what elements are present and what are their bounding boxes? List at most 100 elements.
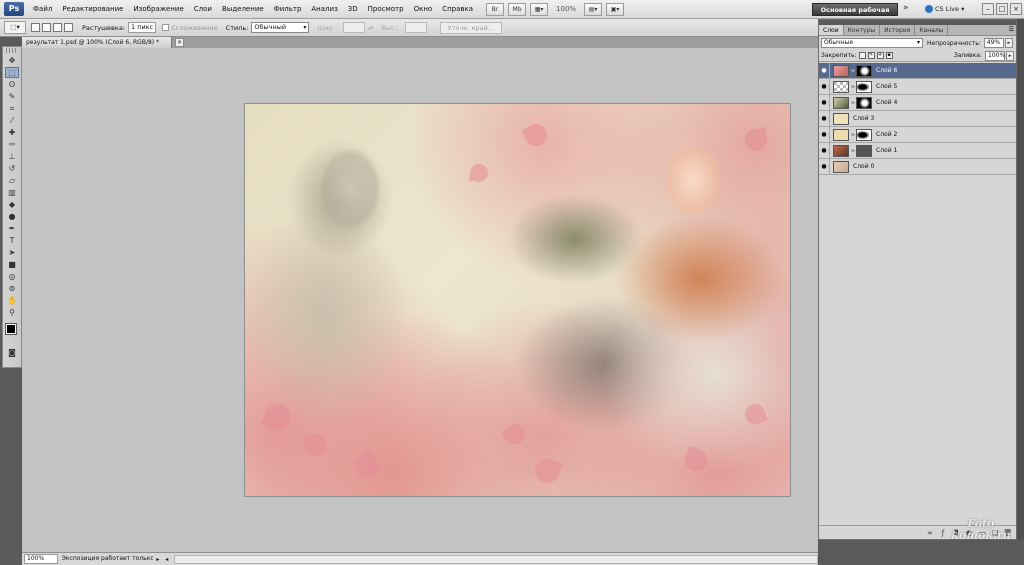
layer-row[interactable]: ● ∞ Слой 5 <box>819 78 1016 95</box>
3d-rotate-tool-icon[interactable]: ◎ <box>5 271 19 282</box>
shape-tool-icon[interactable]: ■ <box>5 259 19 270</box>
layer-visibility-eye-icon[interactable]: ● <box>819 94 830 111</box>
toolbar-grip[interactable] <box>6 48 18 53</box>
healing-brush-tool-icon[interactable]: ✚ <box>5 127 19 138</box>
crop-tool-icon[interactable]: ⌗ <box>5 103 19 114</box>
menu-help[interactable]: Справка <box>437 0 478 19</box>
layer-visibility-eye-icon[interactable]: ● <box>819 158 830 175</box>
hand-tool-icon[interactable]: ✋ <box>5 295 19 306</box>
layer-name[interactable]: Слой 4 <box>876 99 897 106</box>
status-zoom-input[interactable]: 100% <box>24 554 58 564</box>
screen-mode-button[interactable]: ▣▾ <box>606 2 625 16</box>
path-selection-tool-icon[interactable]: ➤ <box>5 247 19 258</box>
document-tab[interactable]: результат 1.psd @ 100% (Слой 6, RGB/8) * <box>22 37 172 48</box>
lock-all-icon[interactable]: ▪ <box>885 52 893 59</box>
layer-visibility-eye-icon[interactable]: ● <box>819 126 830 143</box>
arrange-documents-button[interactable]: ▤▾ <box>584 2 603 16</box>
link-layers-icon[interactable]: ∞ <box>925 528 935 538</box>
layer-row[interactable]: ● ∞ Слой 6 <box>819 62 1016 79</box>
tab-history[interactable]: История <box>880 25 916 35</box>
workspace-switcher-button[interactable]: Основная рабочая среда <box>812 3 898 27</box>
layer-mask-thumbnail[interactable] <box>856 80 872 93</box>
dodge-tool-icon[interactable]: ● <box>5 211 19 222</box>
blend-mode-select[interactable]: Обычные <box>821 38 923 48</box>
lasso-tool-icon[interactable]: ʘ <box>5 79 19 90</box>
menu-image[interactable]: Изображение <box>128 0 188 19</box>
layer-row[interactable]: ● Слой 3 <box>819 110 1016 127</box>
pen-tool-icon[interactable]: ✒ <box>5 223 19 234</box>
view-extras-button[interactable]: ▦▾ <box>530 2 549 16</box>
quick-mask-icon[interactable]: ◙ <box>5 347 19 358</box>
layer-row[interactable]: ● ∞ Слой 2 <box>819 126 1016 143</box>
clone-stamp-tool-icon[interactable]: ⊥ <box>5 151 19 162</box>
menu-layers[interactable]: Слои <box>189 0 217 19</box>
layer-name[interactable]: Слой 5 <box>876 83 897 90</box>
eraser-tool-icon[interactable]: ▱ <box>5 175 19 186</box>
opacity-input[interactable]: 49% <box>983 38 1004 48</box>
horizontal-scrollbar[interactable] <box>173 554 818 564</box>
panel-menu-icon[interactable]: ☰ <box>1009 26 1014 33</box>
close-button[interactable]: × <box>1010 3 1022 15</box>
layer-mask-thumbnail[interactable] <box>856 144 872 157</box>
maximize-button[interactable]: □ <box>996 3 1008 15</box>
layer-name[interactable]: Слой 1 <box>876 147 897 154</box>
menu-file[interactable]: Файл <box>28 0 57 19</box>
zoom-tool-icon[interactable]: ⚲ <box>5 307 19 318</box>
quick-selection-tool-icon[interactable]: ✎ <box>5 91 19 102</box>
menu-view[interactable]: Просмотр <box>363 0 409 19</box>
panel-dock-strip[interactable] <box>1017 19 1024 540</box>
more-workspaces-chevron-icon[interactable]: » <box>903 3 909 13</box>
3d-camera-tool-icon[interactable]: ⊚ <box>5 283 19 294</box>
layer-visibility-eye-icon[interactable]: ● <box>819 142 830 159</box>
lock-pixels-icon[interactable]: ✎ <box>867 52 875 59</box>
layer-name[interactable]: Слой 3 <box>853 115 874 122</box>
layer-mask-thumbnail[interactable] <box>856 96 872 109</box>
add-to-selection-icon[interactable] <box>42 23 51 32</box>
fill-input[interactable]: 100% <box>985 50 1005 61</box>
zoom-level-readout[interactable]: 100% <box>556 5 576 13</box>
move-tool-icon[interactable]: ✥ <box>5 55 19 66</box>
new-selection-icon[interactable] <box>31 23 40 32</box>
tab-channels[interactable]: Каналы <box>915 25 949 35</box>
brush-tool-icon[interactable]: ✑ <box>5 139 19 150</box>
antialias-checkbox[interactable]: Сглаживание <box>162 24 218 32</box>
layer-visibility-eye-icon[interactable]: ● <box>819 110 830 127</box>
layer-mask-thumbnail[interactable] <box>856 64 872 77</box>
scroll-left-arrow-icon[interactable]: ◂ <box>163 555 171 564</box>
menu-edit[interactable]: Редактирование <box>57 0 128 19</box>
lock-transparency-icon[interactable] <box>858 52 866 59</box>
intersect-selection-icon[interactable] <box>64 23 73 32</box>
eyedropper-tool-icon[interactable]: ⁄ <box>5 115 19 126</box>
marquee-tool-icon[interactable]: ⬚ <box>5 67 19 78</box>
fill-slider-arrow-icon[interactable]: ▸ <box>1006 50 1014 61</box>
subtract-from-selection-icon[interactable] <box>53 23 62 32</box>
layer-name[interactable]: Слой 0 <box>853 163 874 170</box>
opacity-slider-arrow-icon[interactable]: ▸ <box>1004 38 1013 48</box>
type-tool-icon[interactable]: T <box>5 235 19 246</box>
menu-3d[interactable]: 3D <box>343 0 363 19</box>
swap-icon[interactable]: ⇄ <box>368 24 373 32</box>
bridge-button[interactable]: Br <box>486 2 505 16</box>
minimize-button[interactable]: – <box>982 3 994 15</box>
document-tab-close-icon[interactable]: × <box>175 38 184 47</box>
status-info[interactable]: Экспозиция работает только в ... <box>62 554 153 564</box>
layer-row[interactable]: ● ∞ Слой 1 <box>819 142 1016 159</box>
layer-visibility-eye-icon[interactable]: ● <box>819 78 830 95</box>
mini-bridge-button[interactable]: Mb <box>508 2 527 16</box>
layer-visibility-eye-icon[interactable]: ● <box>819 62 830 79</box>
tab-layers[interactable]: Слои <box>819 25 844 35</box>
feather-input[interactable]: 1 пикс <box>128 22 157 33</box>
tool-preset-picker[interactable]: ⬚▾ <box>4 21 26 34</box>
height-input[interactable] <box>404 22 427 33</box>
layer-mask-thumbnail[interactable] <box>856 128 872 141</box>
foreground-color-swatch[interactable] <box>6 324 16 334</box>
blur-tool-icon[interactable]: ◆ <box>5 199 19 210</box>
menu-select[interactable]: Выделение <box>217 0 269 19</box>
gradient-tool-icon[interactable]: ▥ <box>5 187 19 198</box>
lock-position-icon[interactable]: ✛ <box>876 52 884 59</box>
menu-analysis[interactable]: Анализ <box>306 0 342 19</box>
status-menu-arrow-icon[interactable]: ▸ <box>154 555 162 564</box>
width-input[interactable] <box>342 22 365 33</box>
layer-row[interactable]: ● ∞ Слой 4 <box>819 94 1016 111</box>
document-canvas[interactable] <box>245 104 790 496</box>
